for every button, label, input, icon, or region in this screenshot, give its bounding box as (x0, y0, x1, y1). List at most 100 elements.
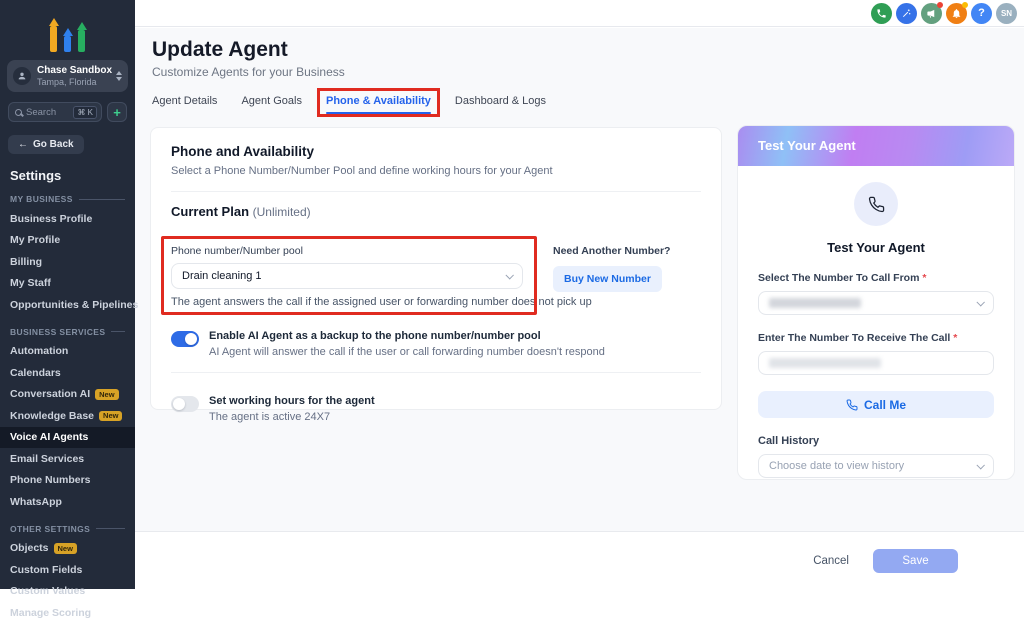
current-plan: Current Plan (Unlimited) (171, 204, 701, 219)
need-number-title: Need Another Number? (553, 245, 670, 257)
receive-number-label: Enter The Number To Receive The Call * (758, 332, 994, 344)
bell-icon (951, 8, 962, 19)
tab-bar: Agent Details Agent Goals Phone & Availa… (152, 95, 1024, 114)
backup-toggle-sublabel: AI Agent will answer the call if the use… (209, 346, 605, 358)
page-subtitle: Customize Agents for your Business (152, 65, 1024, 79)
notifications-button[interactable] (946, 3, 967, 24)
tab-dashboard-logs[interactable]: Dashboard & Logs (455, 95, 546, 114)
wand-icon (901, 8, 912, 19)
sidebar-item-my-profile[interactable]: My Profile (0, 230, 135, 252)
notification-dot (937, 2, 943, 8)
buy-new-number-button[interactable]: Buy New Number (553, 266, 662, 292)
required-asterisk: * (922, 272, 926, 284)
new-badge: New (99, 411, 122, 422)
redacted-phone-value (769, 298, 861, 308)
sidebar-item-manage-scoring[interactable]: Manage Scoring (0, 602, 135, 624)
test-panel-header: Test Your Agent (738, 126, 1014, 166)
sidebar-item-automation[interactable]: Automation (0, 341, 135, 363)
help-button[interactable]: ? (971, 3, 992, 24)
sidebar-item-voice-ai-agents[interactable]: Voice AI Agents (0, 427, 135, 449)
section-label-business-services: BUSINESS SERVICES (0, 327, 135, 337)
backup-agent-toggle[interactable] (171, 331, 199, 347)
search-icon (15, 109, 22, 116)
go-back-label: Go Back (33, 139, 74, 150)
search-input[interactable]: Search ⌘ K (8, 102, 102, 122)
receive-number-input[interactable] (758, 351, 994, 375)
quick-add-button[interactable]: + (107, 102, 127, 122)
call-me-button[interactable]: Call Me (758, 391, 994, 418)
sidebar-item-calendars[interactable]: Calendars (0, 362, 135, 384)
megaphone-icon (926, 8, 937, 19)
divider (171, 372, 701, 373)
go-back-button[interactable]: ← Go Back (8, 135, 84, 154)
sidebar-item-phone-numbers[interactable]: Phone Numbers (0, 470, 135, 492)
account-switcher[interactable]: Chase Sandbox Tampa, Florida (7, 60, 128, 92)
sidebar-item-knowledge-base[interactable]: Knowledge Base New (0, 405, 135, 427)
sidebar-item-my-staff[interactable]: My Staff (0, 273, 135, 295)
highlevel-logo (0, 0, 135, 52)
user-avatar[interactable]: SN (996, 3, 1017, 24)
backup-toggle-label: Enable AI Agent as a backup to the phone… (209, 330, 605, 342)
back-arrow-icon: ← (18, 139, 28, 150)
pool-label: Phone number/Number pool (171, 245, 523, 257)
pool-helper-text: The agent answers the call if the assign… (171, 296, 523, 308)
test-panel-title: Test Your Agent (758, 240, 994, 255)
sidebar-item-opportunities-pipelines[interactable]: Opportunities & Pipelines (0, 294, 135, 316)
sidebar-item-business-profile[interactable]: Business Profile (0, 208, 135, 230)
call-icon (846, 399, 858, 411)
tab-phone-availability[interactable]: Phone & Availability (326, 95, 431, 114)
help-icon: ? (978, 7, 985, 19)
logo-arrow-blue (63, 28, 73, 52)
call-from-select[interactable] (758, 291, 994, 315)
required-asterisk: * (953, 332, 957, 344)
notification-dot (962, 2, 968, 8)
sidebar-item-custom-values[interactable]: Custom Values (0, 581, 135, 603)
call-history-label: Call History (758, 435, 994, 447)
announcements-button[interactable] (921, 3, 942, 24)
account-avatar-icon (13, 67, 31, 85)
sidebar-item-email-services[interactable]: Email Services (0, 448, 135, 470)
phone-outline-icon (868, 196, 885, 213)
history-placeholder: Choose date to view history (769, 460, 904, 472)
topbar: ? SN (135, 0, 1024, 27)
logo-arrow-green (77, 22, 87, 52)
sidebar-item-custom-fields[interactable]: Custom Fields (0, 559, 135, 581)
redacted-phone-value (769, 358, 881, 368)
account-location: Tampa, Florida (37, 77, 110, 87)
chevron-down-icon (976, 461, 984, 469)
sidebar: Chase Sandbox Tampa, Florida Search ⌘ K … (0, 0, 135, 589)
tab-agent-details[interactable]: Agent Details (152, 95, 217, 114)
section-subtitle: Select a Phone Number/Number Pool and de… (171, 165, 701, 177)
phone-button[interactable] (871, 3, 892, 24)
new-badge: New (95, 389, 118, 400)
account-name: Chase Sandbox (37, 65, 110, 76)
avatar-initials: SN (1001, 9, 1012, 18)
search-shortcut-badge: ⌘ K (73, 106, 97, 119)
phone-circle (854, 182, 898, 226)
cancel-button[interactable]: Cancel (813, 555, 849, 567)
section-label-other-settings: OTHER SETTINGS (0, 524, 135, 534)
sidebar-item-whatsapp[interactable]: WhatsApp (0, 491, 135, 513)
sidebar-item-conversation-ai[interactable]: Conversation AI New (0, 384, 135, 406)
wand-button[interactable] (896, 3, 917, 24)
call-history-select[interactable]: Choose date to view history (758, 454, 994, 478)
footer-bar: Cancel Save (135, 531, 1024, 589)
chevron-down-icon (976, 298, 984, 306)
sidebar-item-objects[interactable]: Objects New (0, 538, 135, 560)
save-button[interactable]: Save (873, 549, 958, 573)
logo-arrow-yellow (49, 18, 59, 52)
section-label-my-business: MY BUSINESS (0, 194, 135, 204)
new-badge: New (54, 543, 77, 554)
phone-pool-select[interactable]: Drain cleaning 1 (171, 263, 523, 289)
settings-heading: Settings (10, 168, 135, 183)
phone-availability-card: Phone and Availability Select a Phone Nu… (150, 127, 722, 410)
chevron-updown-icon (116, 71, 122, 81)
sidebar-item-billing[interactable]: Billing (0, 251, 135, 273)
tab-agent-goals[interactable]: Agent Goals (241, 95, 302, 114)
chevron-down-icon (505, 271, 513, 279)
test-agent-panel: Test Your Agent Test Your Agent Select T… (737, 125, 1015, 480)
phone-icon (876, 8, 887, 19)
working-hours-toggle[interactable] (171, 396, 199, 412)
divider (171, 191, 701, 192)
page-title: Update Agent (152, 38, 1024, 62)
